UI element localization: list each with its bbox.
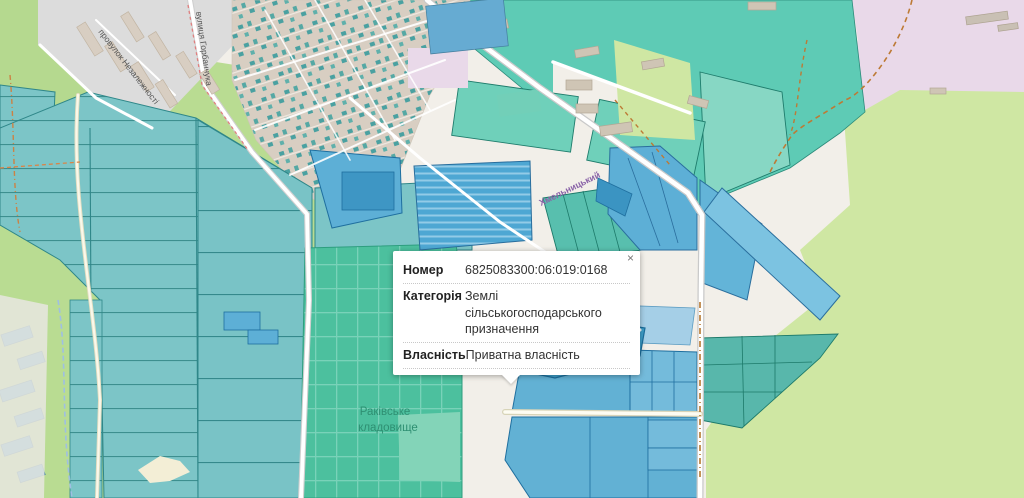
popup-label-category: Категорія — [403, 288, 465, 337]
parcel-blue-sub[interactable] — [648, 448, 698, 470]
popup-row-category: Категорія Землі сільськогосподарського п… — [403, 284, 630, 343]
pink-patch-village — [408, 48, 468, 88]
parcel-blue-small[interactable] — [224, 312, 260, 330]
close-icon[interactable]: × — [627, 252, 634, 264]
industrial-yard-gray — [0, 295, 48, 498]
popup-row-number: Номер 6825083300:06:019:0168 — [403, 258, 630, 284]
parcel-greenhouse[interactable] — [414, 161, 532, 250]
map-canvas[interactable]: провулок Незалежності вулиця Горбанчука … — [0, 0, 1024, 498]
popup-pointer-tip — [501, 374, 521, 384]
parcel-blue-sub[interactable] — [648, 420, 698, 448]
popup-value-ownership: Приватна власність — [466, 347, 630, 363]
popup-row-ownership: Власність Приватна власність — [403, 343, 630, 369]
track — [505, 412, 700, 414]
cemetery-label-line2: кладовище — [358, 422, 418, 434]
parcel-info-popup: × Номер 6825083300:06:019:0168 Категорія… — [393, 251, 640, 375]
popup-label-number: Номер — [403, 262, 465, 278]
parcel-blue-small[interactable] — [248, 330, 278, 344]
parcel-blue[interactable] — [630, 350, 697, 412]
parcel-blue-dark[interactable] — [342, 172, 394, 210]
popup-value-number: 6825083300:06:019:0168 — [465, 262, 630, 278]
cemetery-label-line1: Раківське — [360, 406, 411, 418]
popup-value-category: Землі сільськогосподарського призначення — [465, 288, 630, 337]
popup-label-ownership: Власність — [403, 347, 466, 363]
map-screen: провулок Незалежності вулиця Горбанчука … — [0, 0, 1024, 498]
